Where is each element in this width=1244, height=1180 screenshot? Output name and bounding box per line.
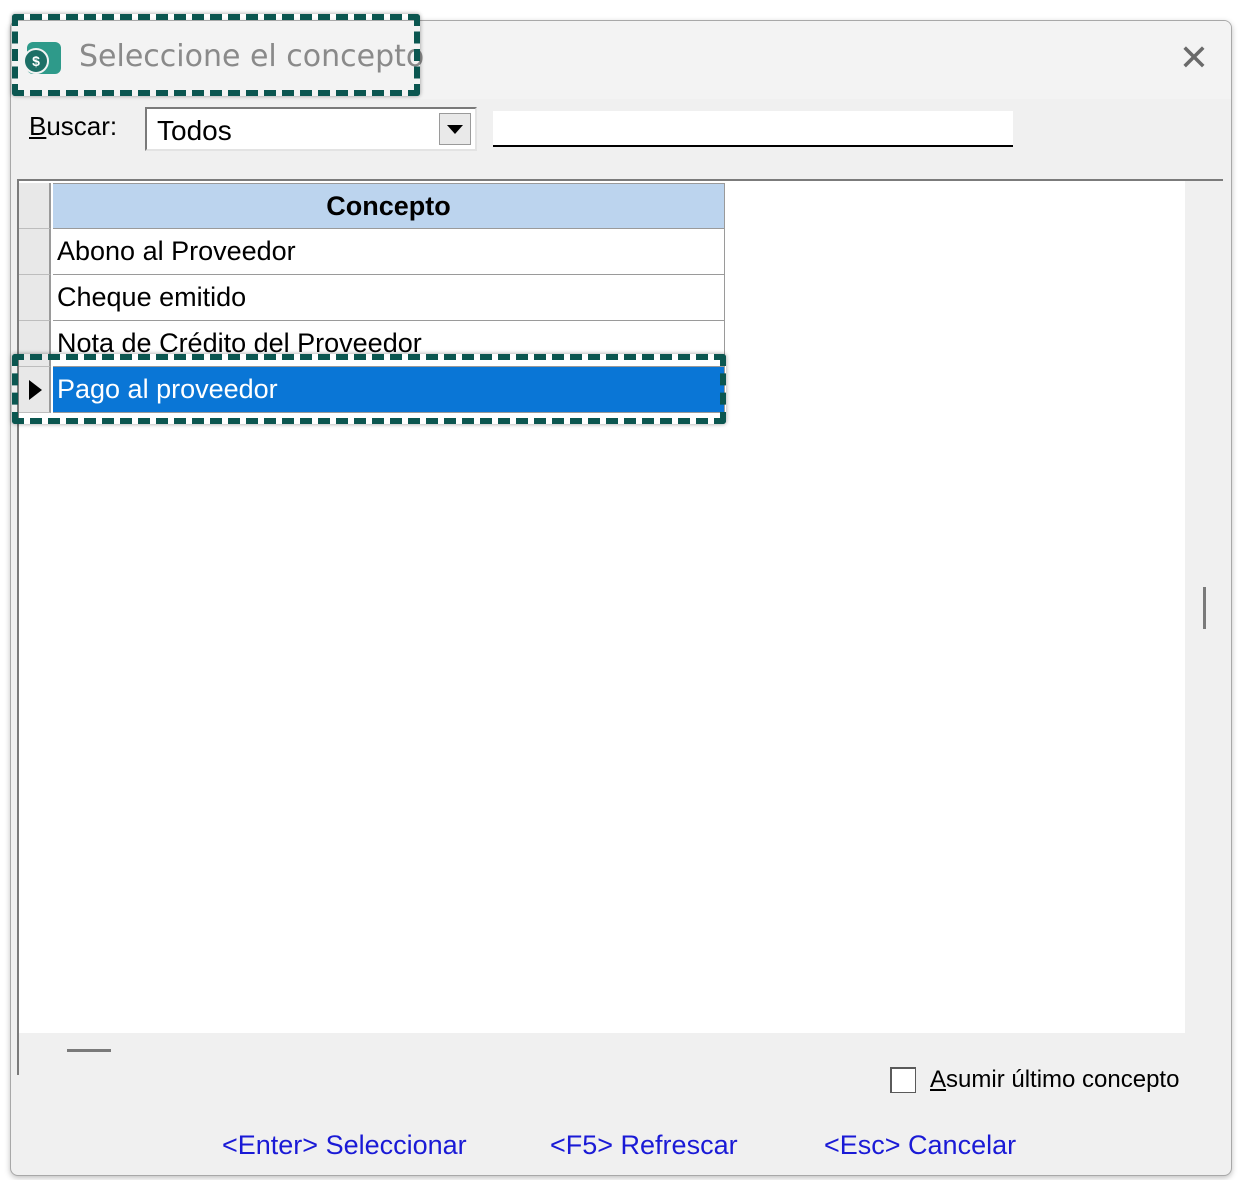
table-row[interactable]: Cheque emitido [19, 275, 725, 321]
concept-cell[interactable]: Abono al Proveedor [53, 229, 725, 275]
close-button[interactable]: ✕ [1171, 35, 1217, 81]
row-indicator [19, 275, 51, 321]
vertical-scrollbar[interactable] [1185, 181, 1225, 1077]
search-label-text: uscar: [46, 111, 118, 141]
search-field-dropdown[interactable]: Todos [145, 107, 477, 151]
search-label-mnemonic: B [29, 111, 47, 141]
concept-cell[interactable]: Cheque emitido [53, 275, 725, 321]
column-header-concepto[interactable]: Concepto [53, 183, 725, 229]
checkbox-label-mnemonic: A [930, 1066, 947, 1093]
scroll-thumb[interactable] [67, 1049, 111, 1052]
row-indicator [19, 229, 51, 275]
checkbox-label-text: sumir último concepto [946, 1066, 1180, 1093]
cancel-link[interactable]: <Esc> Cancelar [824, 1130, 1016, 1161]
selected-row-highlight-box [12, 354, 726, 424]
search-input[interactable] [493, 111, 1013, 147]
grid-header-row: Concepto [19, 183, 725, 229]
scroll-thumb[interactable] [1203, 587, 1206, 629]
chevron-down-icon[interactable] [439, 113, 471, 145]
concept-grid: Concepto Abono al Proveedor Cheque emiti… [17, 179, 1225, 1077]
checkbox-label: Asumir último concepto [930, 1066, 1179, 1094]
table-row[interactable]: Abono al Proveedor [19, 229, 725, 275]
assume-last-concept-option[interactable]: Asumir último concepto [890, 1066, 1179, 1094]
search-field-value: Todos [157, 115, 232, 146]
select-link[interactable]: <Enter> Seleccionar [222, 1130, 467, 1161]
select-concept-dialog: $ Seleccione el concepto ✕ Buscar: Todos… [10, 20, 1232, 1176]
header-indicator [19, 183, 51, 229]
title-highlight-box [12, 14, 420, 96]
search-row: Buscar: Todos [11, 103, 1231, 179]
search-label: Buscar: [29, 111, 117, 142]
assume-last-concept-checkbox[interactable] [890, 1067, 916, 1093]
refresh-link[interactable]: <F5> Refrescar [550, 1130, 738, 1161]
